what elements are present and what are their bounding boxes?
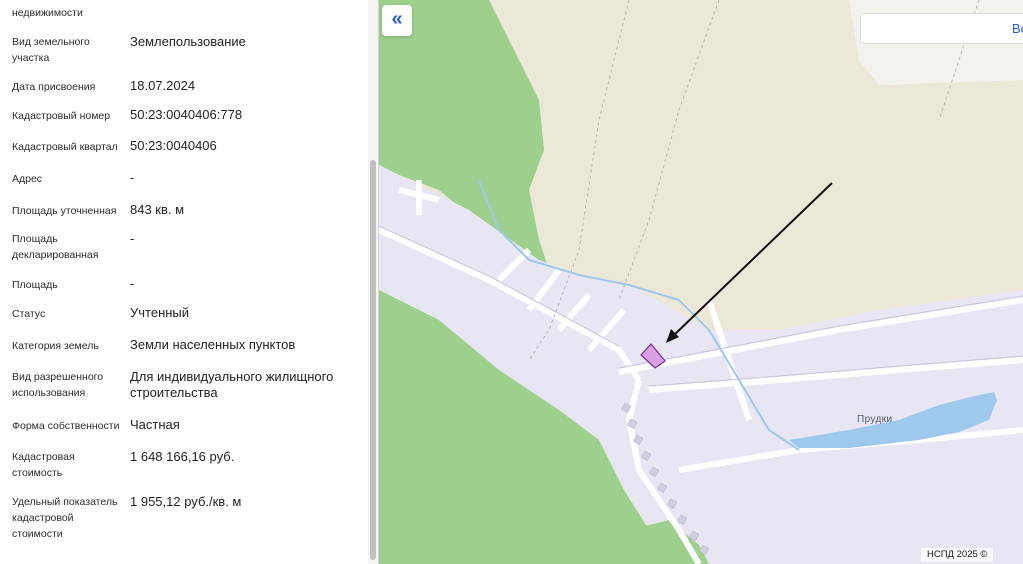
collapse-panel-button[interactable]: « — [382, 5, 412, 36]
info-label: Статус — [12, 308, 46, 320]
info-row-land-type: Вид земельного участка Землепользование — [0, 34, 368, 68]
info-value: Землепользование — [130, 34, 246, 49]
info-value: - — [130, 170, 135, 185]
panel-scrollbar[interactable] — [368, 0, 378, 564]
info-label: Площадь уточненная — [12, 205, 117, 217]
info-label: Кадастровая стоимость — [12, 451, 75, 479]
map-graphics[interactable] — [379, 0, 1023, 564]
info-label: Вид разрешенного использования — [12, 371, 104, 399]
info-label: Форма собственности — [12, 420, 120, 432]
place-label: Прудки — [857, 414, 893, 425]
info-label: Кадастровый номер — [12, 110, 111, 122]
map-canvas[interactable]: Прудки — [379, 0, 1023, 564]
info-label: Кадастровый квартал — [12, 141, 118, 153]
info-label: Площадь декларированная — [12, 233, 99, 261]
info-row-area-declared: Площадь декларированная - — [0, 231, 368, 265]
info-row-permitted-use: Вид разрешенного использования Для индив… — [0, 369, 368, 403]
info-value: 1 648 166,16 руб. — [130, 449, 235, 464]
info-value: 1 955,12 руб./кв. м — [130, 494, 242, 509]
info-row-land-category: Категория земель Земли населенных пункто… — [0, 337, 368, 355]
info-label: Адрес — [12, 173, 43, 185]
info-label: недвижимости — [12, 7, 83, 19]
info-value: 18.07.2024 — [130, 78, 196, 93]
info-value: 843 кв. м — [130, 202, 185, 217]
info-row-area: Площадь - — [0, 276, 368, 294]
info-value[interactable]: 50:23:0040406:778 — [130, 107, 360, 123]
info-label: Категория земель — [12, 340, 99, 352]
search-input[interactable]: Во — [860, 13, 1023, 44]
info-row-ownership: Форма собственности Частная — [0, 417, 368, 435]
info-row-area-specified: Площадь уточненная 843 кв. м — [0, 202, 368, 220]
info-row-cadastral-cost: Кадастровая стоимость 1 648 166,16 руб. — [0, 449, 368, 483]
info-label: Удельный показатель кадастровой стоимост… — [12, 496, 118, 540]
info-row-cadastral-number: Кадастровый номер 50:23:0040406:778 — [0, 107, 368, 125]
info-panel: недвижимости Вид земельного участка Земл… — [0, 0, 379, 564]
info-value: Частная — [130, 417, 180, 432]
info-value[interactable]: 50:23:0040406 — [130, 138, 360, 154]
info-label: Площадь — [12, 279, 58, 291]
copyright-label: НСПД 2025 © — [921, 548, 994, 562]
info-row-status: Статус Учтенный — [0, 305, 368, 323]
info-value: - — [130, 276, 135, 291]
info-row-address: Адрес - — [0, 170, 368, 188]
info-value: Для индивидуального жилищного строительс… — [130, 369, 334, 400]
info-row-property: недвижимости — [0, 3, 368, 21]
info-row-cadastral-quarter: Кадастровый квартал 50:23:0040406 — [0, 138, 368, 156]
info-label: Вид земельного участка — [12, 36, 90, 64]
info-row-specific-cost: Удельный показатель кадастровой стоимост… — [0, 494, 368, 546]
info-row-assign-date: Дата присвоения 18.07.2024 — [0, 78, 368, 96]
info-value: Учтенный — [130, 305, 190, 320]
info-value: Земли населенных пунктов — [130, 337, 296, 352]
scrollbar-thumb[interactable] — [370, 160, 376, 560]
info-value: - — [130, 231, 135, 246]
info-label: Дата присвоения — [12, 81, 96, 93]
